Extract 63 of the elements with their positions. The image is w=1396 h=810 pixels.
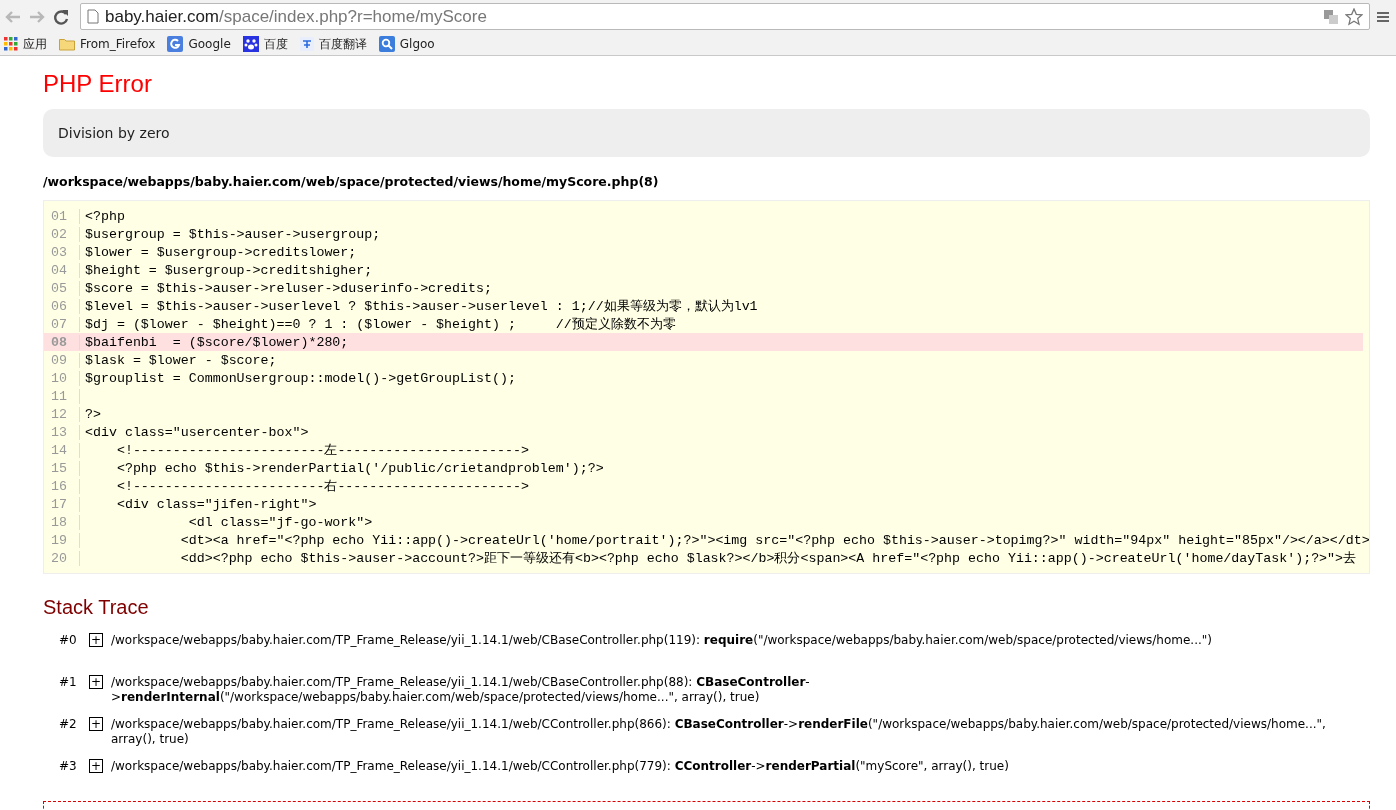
expand-button[interactable]: + [89,675,103,689]
line-number: 13 [44,424,80,440]
code-text: ?> [84,406,101,422]
code-text: $height = $usergroup->creditshigher; [84,262,373,278]
url-text: baby.haier.com/space/index.php?r=home/myScore [105,6,487,27]
code-text: $baifenbi = ($score/$lower)*280; [84,334,349,350]
trace-text: /workspace/webapps/baby.haier.com/TP_Frame_Release/yii_1.14.1/web/CController.php(779): CController->renderPartial("myScore", array(), true) [111,759,1010,774]
trace-number: #2 [59,717,78,731]
line-number: 20 [44,550,80,566]
code-text: $usergroup = $this->auser->usergroup; [84,226,381,242]
trace-text: /workspace/webapps/baby.haier.com/TP_Frame_Release/yii_1.14.1/web/CBaseController.php(88): CBaseController->renderInternal("/workspace/webapps/baby.haier.com/web/space/protected/views/home...", array(), true) [111,675,811,705]
address-bar[interactable]: baby.haier.com/space/index.php?r=home/myScore [80,3,1370,30]
line-number: 12 [44,406,80,422]
line-number: 01 [44,208,80,224]
error-message: Division by zero [43,109,1370,157]
code-text: $grouplist = CommonUsergroup::model()->getGroupList(); [84,370,516,386]
code-text: $lower = $usergroup->creditslower; [84,244,357,260]
code-text: $score = $this->auser->reluser->duserinfo->credits; [84,280,492,296]
trace-number: #3 [59,759,78,773]
line-number: 19 [44,532,80,548]
trace-number: #1 [59,675,78,689]
line-number: 03 [44,244,80,260]
trace-text: /workspace/webapps/baby.haier.com/TP_Frame_Release/yii_1.14.1/web/CBaseController.php(119): require("/workspace/webapps/baby.haier.com/web/space/protected/views/home...") [111,633,1213,648]
line-number: 18 [44,514,80,530]
code-text: <!------------------------右-----------------------> [115,478,529,495]
code-text: <!------------------------左-----------------------> [115,442,529,459]
bookmark[interactable]: 应用 [4,35,47,53]
bookmark[interactable]: 百度 [242,35,288,53]
line-number: 17 [44,496,80,512]
line-number: 10 [44,370,80,386]
file-path: /workspace/webapps/baby.haier.com/web/space/protected/views/home/myScore.php(8) [43,174,660,189]
line-number: 11 [44,388,80,404]
bookmark[interactable]: Google [167,36,231,52]
code-text: <?php echo $this->renderPartial('/public/crietandproblem');?> [115,460,604,476]
code-text: <div class="jifen-right"> [115,496,317,512]
code-text: <dd><?php echo $this->auser->account?>距下一等级还有<b><?php echo $lask?></b>积分<span><A href="<?php echo Yii::app()->createUrl('home/dayTask');?>">去 [179,550,1357,567]
expand-button[interactable]: + [89,717,103,731]
line-number: 06 [44,298,80,314]
line-number: 09 [44,352,80,368]
code-text: <?php [84,208,125,224]
expand-button[interactable]: + [89,633,103,647]
line-number: 02 [44,226,80,242]
line-number: 04 [44,262,80,278]
bookmark[interactable]: From_Firefox [59,37,156,51]
line-number: 15 [44,460,80,476]
code-text: <dl class="jf-go-work"> [187,514,373,530]
trace-text: /workspace/webapps/baby.haier.com/TP_Frame_Release/yii_1.14.1/web/CController.php(866): CBaseController->renderFile("/workspace/webapps/baby.haier.com/web/space/protected/views/home...", array(), true) [111,717,1327,747]
bookmark[interactable]: Glgoo [378,36,435,52]
code-text: $level = $this->auser->userlevel ? $this->auser->userlevel : 1;//如果等级为零，默认为lv1 [84,298,758,315]
bookmark[interactable]: 百度翻译 [299,35,367,53]
trace-number: #0 [59,633,78,647]
stack-trace-title: Stack Trace [43,596,150,619]
code-text: <div class="usercenter-box"> [84,424,309,440]
line-number: 07 [44,316,80,332]
expand-button[interactable]: + [89,759,103,773]
line-number: 05 [44,280,80,296]
line-number: 08 [44,334,80,350]
error-title: PHP Error [43,70,153,98]
code-text: <dt><a href="<?php echo Yii::app()->createUrl('home/portrait');?>"><img src="<?php echo $this->auser->topimg?>" width="94px" height="85px"/></a></dt> [179,532,1370,548]
code-text: $lask = $lower - $score; [84,352,277,368]
code-text: $dj = ($lower - $height)==0 ? 1 : ($lower - $height) ; //预定义除数不为零 [84,316,676,333]
line-number: 14 [44,442,80,458]
line-number: 16 [44,478,80,494]
